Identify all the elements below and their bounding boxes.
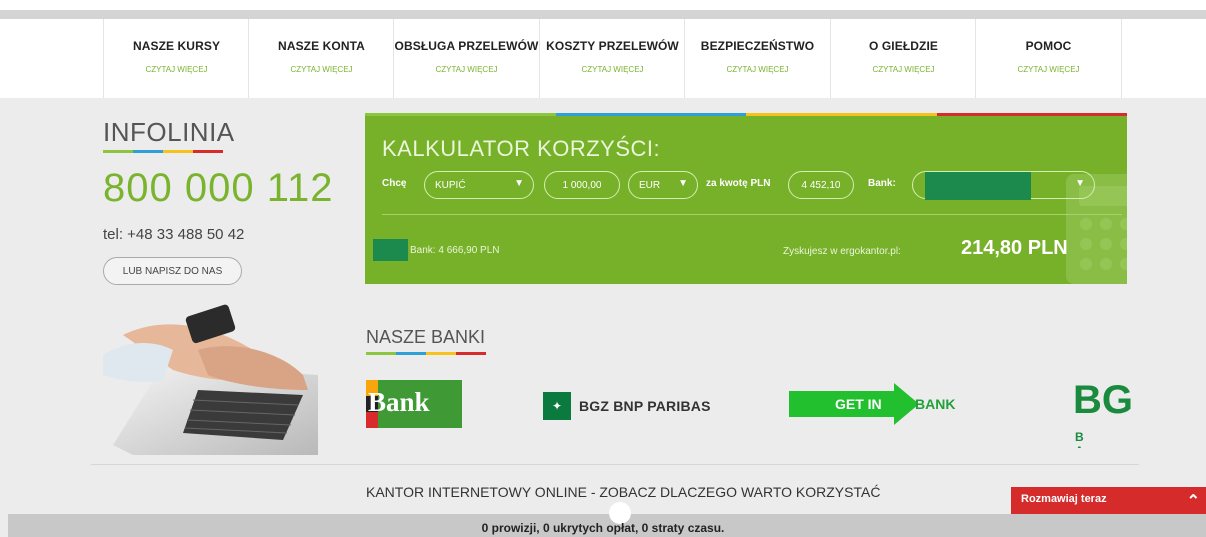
bank-logo-text: BGZ BNP PARIBAS xyxy=(579,398,711,414)
want-label: Chcę xyxy=(382,178,407,189)
tagline: 0 prowizji, 0 ukrytych opłat, 0 straty c… xyxy=(481,521,725,535)
bank-logo-text: BG xyxy=(1073,378,1133,422)
nav-item-title: NASZE KONTA xyxy=(278,39,365,53)
nav-item-title: BEZPIECZEŃSTWO xyxy=(700,39,815,53)
infolinia-title: INFOLINIA xyxy=(103,117,235,147)
action-select-value: KUPIĆ xyxy=(435,179,466,191)
pln-amount-value: 4 452,10 xyxy=(801,179,841,191)
tel-number[interactable]: tel: +48 33 488 50 42 xyxy=(103,226,244,243)
calculator-divider xyxy=(382,214,1122,215)
gain-label: Zyskujesz w ergokantor.pl: xyxy=(783,246,901,257)
nav-top-strip xyxy=(0,10,1206,19)
nav-item-title: KOSZTY PRZELEWÓW xyxy=(546,39,679,53)
amount-value: 1 000,00 xyxy=(562,179,602,191)
nav-item-more-link[interactable]: CZYTAJ WIĘCEJ xyxy=(394,65,539,74)
bank-logo-getin[interactable]: GET IN BANK xyxy=(789,383,969,425)
laptop-hands-image xyxy=(103,295,318,455)
redacted-bank-name xyxy=(925,172,1031,200)
nav-item-title: NASZE KURSY xyxy=(132,39,221,53)
bank-logo-text: Bank xyxy=(368,387,430,417)
bnp-stars-icon: ✦ xyxy=(543,392,571,420)
chat-label: Rozmawiaj teraz xyxy=(1021,493,1107,505)
nav-item-more-link[interactable]: CZYTAJ WIĘCEJ xyxy=(976,65,1121,74)
nav-item-more-link[interactable]: CZYTAJ WIĘCEJ xyxy=(831,65,976,74)
chevron-down-icon: ▼ xyxy=(678,178,688,189)
redacted-bank-logo xyxy=(373,239,408,261)
kantor-heading: KANTOR INTERNETOWY ONLINE - ZOBACZ DLACZ… xyxy=(366,484,881,500)
nav-item-kursy[interactable]: NASZE KURSY CZYTAJ WIĘCEJ xyxy=(103,19,249,98)
currency-select[interactable]: EUR ▼ xyxy=(628,171,698,199)
nav-item-bezpieczenstwo[interactable]: BEZPIECZEŃSTWO CZYTAJ WIĘCEJ xyxy=(684,19,830,98)
nav-item-more-link[interactable]: CZYTAJ WIĘCEJ xyxy=(540,65,685,74)
nav-item-obsluga[interactable]: OBSŁUGA PRZELEWÓW CZYTAJ WIĘCEJ xyxy=(393,19,539,98)
pln-amount-field[interactable]: 4 452,10 xyxy=(788,171,854,199)
nav-item-title: OBSŁUGA PRZELEWÓW xyxy=(394,39,539,53)
nav-item-title: POMOC xyxy=(1025,39,1072,53)
top-navigation: NASZE KURSY CZYTAJ WIĘCEJ NASZE KONTA CZ… xyxy=(0,0,1206,98)
pln-label: za kwotę PLN xyxy=(706,178,771,189)
banks-underline xyxy=(366,352,486,355)
bank-logo-1[interactable]: Bank xyxy=(366,380,462,428)
nav-item-more-link[interactable]: CZYTAJ WIĘCEJ xyxy=(104,65,249,74)
chevron-down-icon: ▼ xyxy=(514,178,524,189)
chevron-down-icon: ▼ xyxy=(1075,178,1085,189)
section-divider xyxy=(91,464,1139,465)
gain-value: 214,80 PLN xyxy=(961,237,1068,259)
amount-input[interactable]: 1 000,00 xyxy=(544,171,620,199)
bank-logo-text-2: B A xyxy=(1075,430,1100,448)
bank-label: Bank: xyxy=(868,178,896,189)
chevron-up-icon: ⌃ xyxy=(1186,493,1200,510)
bank-logo-text: GET IN xyxy=(835,396,882,412)
currency-value: EUR xyxy=(639,179,661,191)
bank-cost: Bank: 4 666,90 PLN xyxy=(410,245,500,256)
action-select[interactable]: KUPIĆ ▼ xyxy=(424,171,534,199)
banks-title: NASZE BANKI xyxy=(366,327,486,347)
nav-divider xyxy=(1121,19,1122,98)
hotline-number[interactable]: 800 000 112 xyxy=(103,166,333,211)
live-chat-button[interactable]: Rozmawiaj teraz ⌃ xyxy=(1011,487,1206,514)
nav-item-konta[interactable]: NASZE KONTA CZYTAJ WIĘCEJ xyxy=(248,19,394,98)
nav-item-pomoc[interactable]: POMOC CZYTAJ WIĘCEJ xyxy=(975,19,1121,98)
nav-item-more-link[interactable]: CZYTAJ WIĘCEJ xyxy=(685,65,830,74)
nav-item-gieldzie[interactable]: O GIEŁDZIE CZYTAJ WIĘCEJ xyxy=(830,19,976,98)
benefit-calculator: KALKULATOR KORZYŚCI: Chcę KUPIĆ ▼ 1 000,… xyxy=(365,116,1127,284)
calculator-title: KALKULATOR KORZYŚCI: xyxy=(382,136,661,161)
bank-logo-text-2: BANK xyxy=(915,396,956,412)
infolinia-underline xyxy=(103,150,223,153)
nav-item-title: O GIEŁDZIE xyxy=(868,39,938,53)
nav-item-more-link[interactable]: CZYTAJ WIĘCEJ xyxy=(249,65,394,74)
bank-logo-bgz[interactable]: ✦ BGZ BNP PARIBAS xyxy=(543,392,711,420)
write-to-us-button[interactable]: LUB NAPISZ DO NAS xyxy=(103,257,242,285)
bank-logo-bgk[interactable]: BG B A xyxy=(1073,378,1133,448)
nav-item-koszty[interactable]: KOSZTY PRZELEWÓW CZYTAJ WIĘCEJ xyxy=(539,19,685,98)
